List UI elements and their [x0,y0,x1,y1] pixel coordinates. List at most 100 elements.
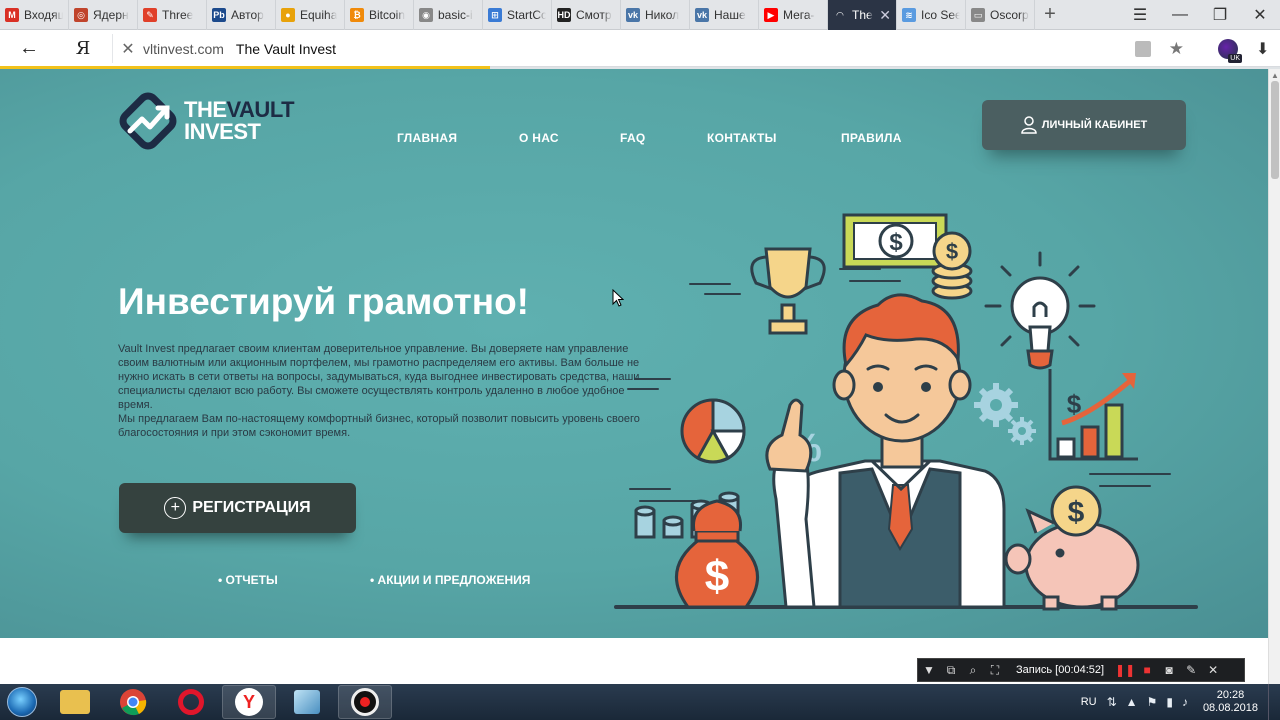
nav-about[interactable]: О НАС [519,131,559,145]
show-desktop-button[interactable] [1268,684,1280,720]
taskbar-yandex[interactable]: Y [222,685,276,719]
browser-tab[interactable]: ✎ Three [138,0,207,30]
browser-tab[interactable]: vk Наше [690,0,759,30]
register-button[interactable]: + РЕГИСТРАЦИЯ [119,483,356,533]
nav-faq[interactable]: FAQ [620,131,646,145]
stop-icon[interactable]: ■ [1136,663,1158,677]
basic-icon: ◉ [419,8,433,22]
gears-icon [974,383,1036,445]
tab-label: Ядерн [93,8,129,22]
tab-label: Наше [714,8,746,22]
menu-icon[interactable]: ☰ [1120,0,1160,30]
pause-icon[interactable]: ❚❚ [1114,663,1136,677]
scrollbar-thumb[interactable] [1271,81,1279,179]
vk-icon: vk [626,8,640,22]
gmail-icon: M [5,8,19,22]
reports-link[interactable]: • ОТЧЕТЫ [218,573,278,587]
browser-tab[interactable]: ₿ Bitcoin [345,0,414,30]
ico-icon: ≋ [902,8,916,22]
back-arrow-icon[interactable]: ← [0,37,58,60]
nav-contacts[interactable]: КОНТАКТЫ [707,131,777,145]
tab-label: Ico See [921,8,960,22]
zoom-icon[interactable]: ⌕ [962,663,984,678]
pencil-icon[interactable]: ✎ [1180,663,1202,677]
hero-description: Vault Invest предлагает своим клиентам д… [118,342,643,440]
taskbar-explorer[interactable] [48,685,102,719]
nav-home[interactable]: ГЛАВНАЯ [397,131,457,145]
tab-label: basic-i [438,8,473,22]
browser-tab[interactable]: ⊞ StartCc [483,0,552,30]
tab-label: Equiha [300,8,338,22]
browser-tab[interactable]: Pb Автор [207,0,276,30]
download-icon[interactable]: ⬇ [1256,39,1269,59]
nav-rules[interactable]: ПРАВИЛА [841,131,902,145]
tabs-container: M Входящ ◎ Ядерн ✎ Three Pb Автор ● Equiha ₿ Bitcoi… [0,0,1035,30]
close-recorder-icon[interactable]: ✕ [1202,663,1224,677]
protect-icon[interactable] [1134,40,1151,57]
system-tray: RU ⇅ ▲ ⚑ ▮ ♪ 20:28 08.08.2018 [1081,684,1280,720]
lightbulb-icon [984,251,1096,370]
browser-tab[interactable]: ● Equiha [276,0,345,30]
bill-dollar-sign: $ [889,229,903,256]
yandex-icon[interactable]: Я [58,38,108,59]
growth-chart-icon: $ [1048,369,1138,461]
piggy-bank-icon: $ [1004,485,1140,611]
browser-tab[interactable]: HD Смотр [552,0,621,30]
new-tab-button[interactable]: + [1035,0,1065,29]
taskbar-app[interactable] [280,685,334,719]
volume-icon[interactable]: ♪ [1182,695,1188,709]
taskbar-recorder[interactable] [338,685,392,719]
clock[interactable]: 20:28 08.08.2018 [1203,689,1258,715]
page-scrollbar[interactable]: ▲ [1268,69,1280,684]
browser-tab[interactable]: ◠ The ✕ [828,0,897,30]
stop-loading-icon[interactable]: ✕ [113,39,143,59]
app-icon [294,690,320,714]
site-icon: ◎ [74,8,88,22]
window-select-icon[interactable]: ⧉ [940,663,962,678]
region-icon[interactable]: ⛶ [984,663,1006,678]
cabinet-label: ЛИЧНЫЙ КАБИНЕТ [1041,119,1148,131]
site-logo[interactable]: THEVAULT INVEST [116,89,295,153]
notification-icon[interactable]: ⚑ [1147,695,1158,709]
translate-extension-icon[interactable]: UK [1218,39,1242,63]
tab-label: The [852,8,873,22]
browser-tab[interactable]: ≋ Ico See [897,0,966,30]
tray-up-arrow-icon[interactable]: ▲ [1126,695,1138,709]
minimize-icon[interactable]: — [1160,0,1200,30]
yandex-browser-icon: Y [235,688,263,716]
restore-icon[interactable]: ❐ [1200,0,1240,30]
language-indicator[interactable]: RU [1081,696,1097,708]
browser-tab[interactable]: ◎ Ядерн [69,0,138,30]
browser-tab[interactable]: ▶ Мега- [759,0,828,30]
close-window-icon[interactable]: ✕ [1240,0,1280,30]
browser-tab[interactable]: ◉ basic-i [414,0,483,30]
signal-icon[interactable]: ▮ [1166,695,1173,709]
bitcoin-icon: ₿ [350,8,364,22]
youtube-icon: ▶ [764,8,778,22]
chrome-icon [120,689,147,716]
investor-illustration: $ $ % [614,213,1198,611]
taskbar-chrome[interactable] [106,685,160,719]
promotions-link[interactable]: • АКЦИИ И ПРЕДЛОЖЕНИЯ [370,573,530,587]
scroll-up-icon[interactable]: ▲ [1271,71,1279,80]
logo-text-invest: INVEST [184,119,261,144]
browser-tab[interactable]: vk Никол [621,0,690,30]
coin-dollar-sign: $ [946,239,958,264]
browser-tab[interactable]: M Входящ [0,0,69,30]
camera-icon[interactable]: ◙ [1158,663,1180,677]
start-button[interactable] [0,684,44,720]
personal-cabinet-button[interactable]: ЛИЧНЫЙ КАБИНЕТ [982,100,1186,150]
bookmark-star-icon[interactable]: ★ [1169,39,1184,59]
close-tab-icon[interactable]: ✕ [879,7,891,24]
tab-label: Смотр [576,8,612,22]
taskbar-opera[interactable] [164,685,218,719]
network-sync-icon[interactable]: ⇅ [1107,695,1117,709]
chart-dollar-sign: $ [1067,389,1082,419]
browser-tab[interactable]: ▭ Oscorp [966,0,1035,30]
url-field[interactable]: ✕ vltinvest.com The Vault Invest ★ [112,34,1202,63]
user-icon [1020,116,1037,134]
hero-paragraph: Мы предлагаем Вам по-настоящему комфортн… [118,413,640,439]
url-domain: vltinvest.com [143,40,224,57]
dropdown-icon[interactable]: ▼ [918,663,940,677]
recording-timer: Запись [00:04:52] [1016,664,1105,676]
